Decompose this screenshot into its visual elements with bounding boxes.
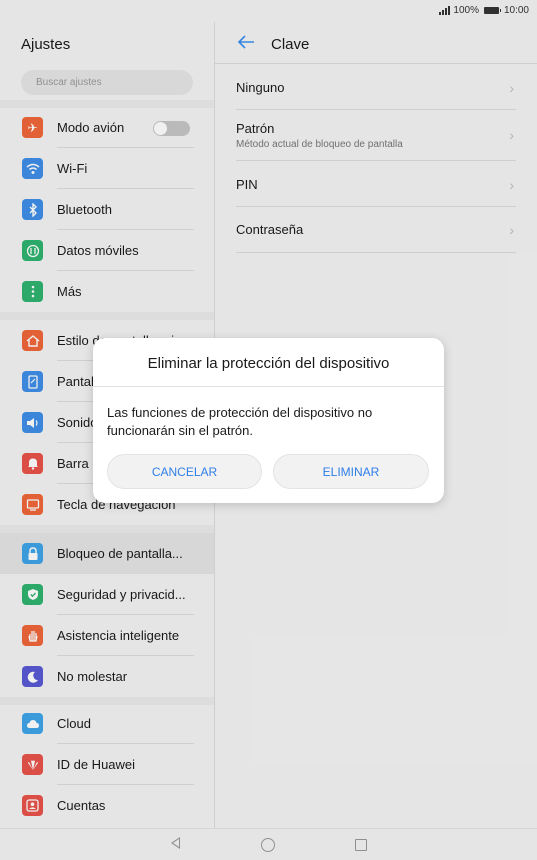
dialog-divider: [93, 386, 444, 387]
cancel-button[interactable]: CANCELAR: [107, 454, 262, 489]
dialog-message: Las funciones de protección del disposit…: [107, 405, 373, 438]
remove-button[interactable]: ELIMINAR: [273, 454, 429, 489]
dialog-title: Eliminar la protección del dispositivo: [147, 355, 390, 372]
remove-protection-dialog: Eliminar la protección del dispositivo L…: [93, 338, 444, 503]
